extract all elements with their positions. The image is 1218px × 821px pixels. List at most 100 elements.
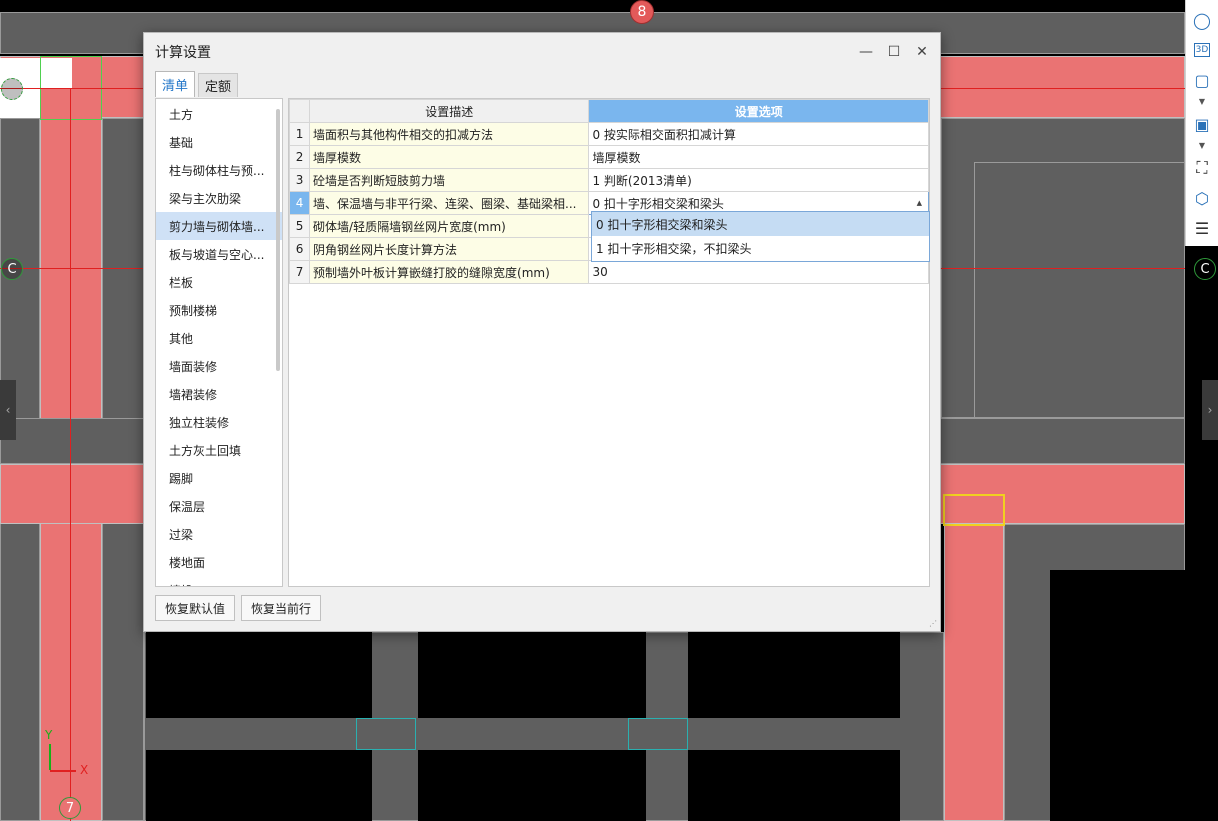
- void-t1: [0, 0, 72, 12]
- table-header-row: 设置描述 设置选项: [288, 99, 929, 123]
- axis-badge-top-left: [1, 78, 23, 100]
- category-item-12[interactable]: 土方灰土回填: [156, 436, 282, 464]
- settings-table-container: 设置描述 设置选项 1 墙面积与其他构件相交的扣减方法 0 按实际相交面积扣减计…: [288, 98, 930, 587]
- category-item-6[interactable]: 栏板: [156, 268, 282, 296]
- void-b1: [146, 632, 372, 718]
- row-num: 1: [288, 122, 311, 146]
- header-num: [288, 99, 311, 123]
- table-row[interactable]: 7 预制墙外叶板计算嵌缝打胶的缝隙宽度(mm) 30: [288, 260, 929, 284]
- category-list: 土方 基础 柱与砌体柱与预... 梁与主次肋梁 剪力墙与砌体墙... 板与坡道与…: [155, 98, 283, 587]
- dropdown-option-1[interactable]: 1 扣十字形相交梁，不扣梁头: [592, 236, 929, 260]
- row-desc: 阴角钢丝网片长度计算方法: [309, 237, 590, 261]
- row-desc: 墙面积与其他构件相交的扣减方法: [309, 122, 590, 146]
- properties-icon[interactable]: ☰: [1190, 216, 1214, 240]
- cube-icon[interactable]: ▢: [1190, 68, 1214, 92]
- row-desc: 砼墙是否判断短肢剪力墙: [309, 168, 590, 192]
- axis-badge-c-left: C: [1, 258, 23, 280]
- category-item-7[interactable]: 预制楼梯: [156, 296, 282, 324]
- category-item-8[interactable]: 其他: [156, 324, 282, 352]
- axis-badge-8: 8: [630, 0, 654, 24]
- axis-badge-c-right: C: [1194, 258, 1216, 280]
- row-num: 2: [288, 145, 311, 169]
- void-t3: [420, 0, 540, 12]
- header-opt: 设置选项: [588, 99, 929, 123]
- row-opt-value: 0 扣十字形相交梁和梁头: [592, 196, 724, 211]
- restore-default-button[interactable]: 恢复默认值: [155, 595, 236, 621]
- wall-red-right: [944, 524, 1004, 821]
- grid-line-7: [70, 88, 71, 821]
- tab-qingdan[interactable]: 清单: [155, 71, 196, 97]
- row-opt[interactable]: 0 按实际相交面积扣减计算: [588, 122, 929, 146]
- category-item-2[interactable]: 柱与砌体柱与预...: [156, 156, 282, 184]
- void-b3: [688, 632, 900, 718]
- restore-row-button[interactable]: 恢复当前行: [241, 595, 322, 621]
- right-panel-handle[interactable]: ›: [1202, 380, 1218, 440]
- left-panel-handle[interactable]: ‹: [0, 380, 16, 440]
- view-cube-icon[interactable]: ⬡: [1190, 186, 1214, 210]
- category-item-5[interactable]: 板与坡道与空心...: [156, 240, 282, 268]
- calc-settings-dialog: 计算设置 — ☐ ✕ 清单 定额 土方 基础 柱与砌体柱与预... 梁与主次肋梁…: [143, 32, 941, 632]
- view-3d-glyph: 3D: [1193, 43, 1211, 57]
- fullscreen-icon[interactable]: ⛶: [1190, 156, 1214, 180]
- category-item-3[interactable]: 梁与主次肋梁: [156, 184, 282, 212]
- category-item-0[interactable]: 土方: [156, 100, 282, 128]
- column-box-1: [356, 718, 416, 750]
- category-item-16[interactable]: 楼地面: [156, 548, 282, 576]
- table-row[interactable]: 1 墙面积与其他构件相交的扣减方法 0 按实际相交面积扣减计算: [288, 122, 929, 146]
- column-box-2: [628, 718, 688, 750]
- category-item-4[interactable]: 剪力墙与砌体墙...: [156, 212, 282, 240]
- axis-y-label: Y: [45, 728, 53, 742]
- dialog-tabs: 清单 定额: [155, 71, 239, 97]
- category-item-11[interactable]: 独立柱装修: [156, 408, 282, 436]
- void-right-low: [1050, 570, 1185, 821]
- void-t2: [146, 0, 342, 12]
- category-item-10[interactable]: 墙裙装修: [156, 380, 282, 408]
- dialog-title: 计算设置: [155, 45, 211, 61]
- category-item-13[interactable]: 踢脚: [156, 464, 282, 492]
- dropdown-option-0[interactable]: 0 扣十字形相交梁和梁头: [592, 212, 929, 236]
- void-t5: [1026, 0, 1186, 12]
- dialog-buttons: 恢复默认值 恢复当前行: [155, 595, 322, 621]
- dropdown-caret-icon[interactable]: ▲: [917, 199, 922, 207]
- minimize-icon[interactable]: —: [852, 38, 880, 66]
- category-item-17[interactable]: 墙垛: [156, 576, 282, 587]
- sphere-icon[interactable]: ◯: [1190, 8, 1214, 32]
- category-item-14[interactable]: 保温层: [156, 492, 282, 520]
- row-num: 7: [288, 260, 311, 284]
- axis-y-line: [49, 744, 51, 770]
- chevron-down-icon-2[interactable]: ▼: [1199, 142, 1205, 150]
- table-row[interactable]: 2 墙厚模数 墙厚模数: [288, 145, 929, 169]
- row-num: 3: [288, 168, 311, 192]
- category-item-9[interactable]: 墙面装修: [156, 352, 282, 380]
- row-num: 6: [288, 237, 311, 261]
- resize-grip-icon[interactable]: ⋰: [929, 620, 937, 628]
- row-desc: 墙厚模数: [309, 145, 590, 169]
- row-opt[interactable]: 1 判断(2013清单): [588, 168, 929, 192]
- void-t4: [718, 0, 954, 12]
- row-desc: 砌体墙/轻质隔墙钢丝网片宽度(mm): [309, 214, 590, 238]
- category-item-1[interactable]: 基础: [156, 128, 282, 156]
- maximize-icon[interactable]: ☐: [880, 38, 908, 66]
- close-icon[interactable]: ✕: [908, 38, 936, 66]
- axis-x-label: X: [80, 763, 89, 777]
- void-b2: [418, 632, 646, 718]
- row-desc: 墙、保温墙与非平行梁、连梁、圈梁、基础梁相...: [309, 191, 590, 215]
- void-b6: [688, 750, 900, 821]
- row-opt[interactable]: 30: [588, 260, 929, 284]
- dialog-titlebar[interactable]: 计算设置 — ☐ ✕: [144, 33, 940, 71]
- header-desc: 设置描述: [309, 99, 590, 123]
- row-num: 4: [288, 191, 311, 215]
- tab-dinge[interactable]: 定额: [198, 73, 239, 97]
- view-3d-icon[interactable]: 3D: [1190, 38, 1214, 62]
- row-num: 5: [288, 214, 311, 238]
- axis-badge-7: 7: [59, 797, 81, 819]
- table-row[interactable]: 3 砼墙是否判断短肢剪力墙 1 判断(2013清单): [288, 168, 929, 192]
- box-solid-icon[interactable]: ▣: [1190, 112, 1214, 136]
- void-b4: [146, 750, 372, 821]
- category-item-15[interactable]: 过梁: [156, 520, 282, 548]
- category-scrollbar[interactable]: [276, 109, 280, 371]
- void-right: [974, 162, 1185, 418]
- selection-box-yellow: [943, 494, 1005, 526]
- chevron-down-icon[interactable]: ▼: [1199, 98, 1205, 106]
- row-opt[interactable]: 墙厚模数: [588, 145, 929, 169]
